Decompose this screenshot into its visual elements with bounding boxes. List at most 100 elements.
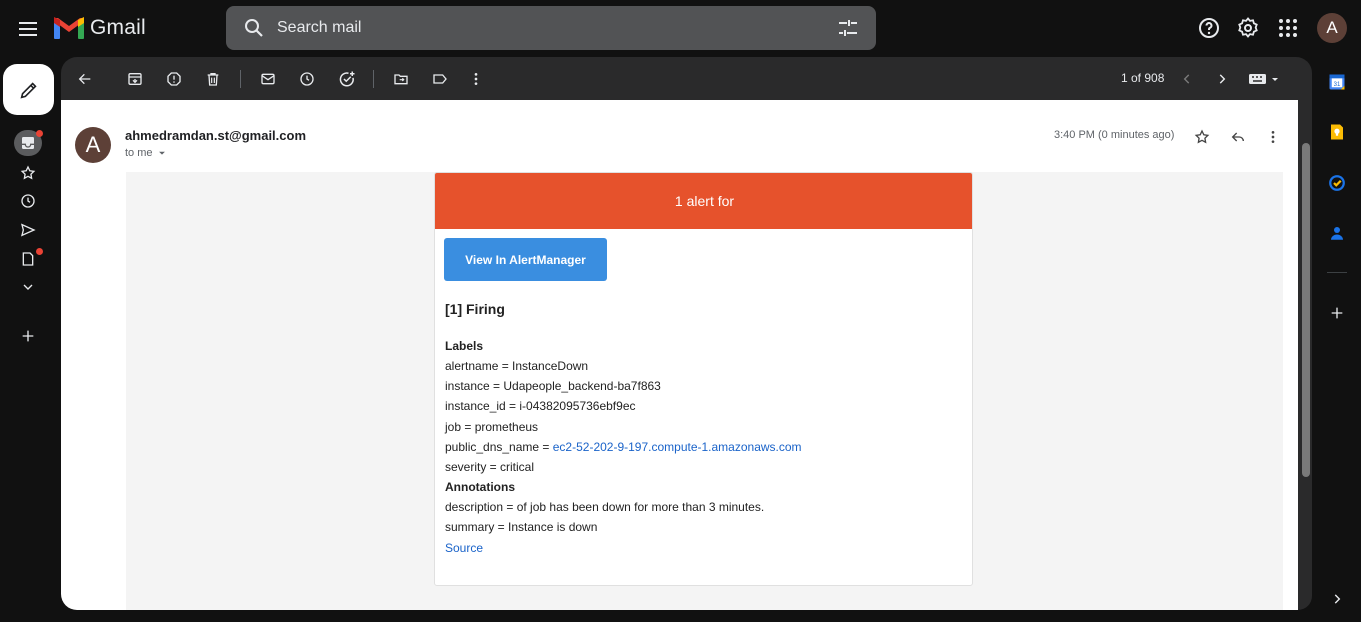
delete-button[interactable] bbox=[202, 68, 224, 90]
search-bar[interactable]: Search mail bbox=[226, 6, 876, 50]
labels-button[interactable] bbox=[429, 68, 451, 90]
nav-more[interactable] bbox=[16, 275, 40, 299]
label-public-dns: public_dns_name = ec2-52-202-9-197.compu… bbox=[445, 440, 802, 454]
chevron-left-icon bbox=[1183, 74, 1190, 84]
draft-icon bbox=[22, 252, 34, 266]
account-avatar[interactable]: A bbox=[1317, 13, 1347, 43]
labels-heading: Labels bbox=[445, 339, 484, 353]
archive-button[interactable] bbox=[124, 68, 146, 90]
sender-avatar[interactable]: A bbox=[75, 127, 111, 163]
nav-starred[interactable] bbox=[16, 161, 40, 185]
trash-icon bbox=[207, 73, 219, 86]
unread-dot bbox=[36, 130, 43, 137]
star-icon bbox=[20, 165, 36, 180]
hamburger-icon bbox=[19, 22, 37, 36]
newer-button[interactable] bbox=[1176, 68, 1198, 90]
get-addons-button[interactable] bbox=[1327, 303, 1347, 323]
compose-button[interactable] bbox=[3, 64, 54, 115]
nav-snoozed[interactable] bbox=[16, 189, 40, 213]
tasks-app-button[interactable] bbox=[1327, 173, 1347, 193]
caret-down-icon bbox=[158, 151, 165, 155]
gear-icon bbox=[1238, 17, 1258, 38]
star-button[interactable] bbox=[1193, 128, 1211, 146]
google-apps-button[interactable] bbox=[1276, 16, 1300, 40]
chevron-down-icon bbox=[23, 284, 33, 290]
message-timestamp: 3:40 PM (0 minutes ago) bbox=[1054, 129, 1175, 141]
alert-card: 1 alert for View In AlertManager [1] Fir… bbox=[434, 172, 973, 586]
nav-drafts[interactable] bbox=[16, 247, 43, 271]
search-input[interactable]: Search mail bbox=[277, 19, 361, 37]
nav-inbox[interactable] bbox=[14, 130, 43, 156]
scrollbar-thumb[interactable] bbox=[1302, 143, 1310, 477]
calendar-app-button[interactable]: 31 bbox=[1327, 72, 1347, 92]
app-name: Gmail bbox=[90, 16, 146, 39]
archive-icon bbox=[128, 73, 142, 85]
add-to-tasks-button[interactable] bbox=[336, 68, 358, 90]
chevron-right-icon bbox=[1334, 594, 1341, 604]
input-tools-button[interactable] bbox=[1247, 68, 1283, 90]
label-severity: severity = critical bbox=[445, 460, 535, 474]
label-job: job = prometheus bbox=[445, 420, 539, 434]
search-options-icon[interactable] bbox=[836, 16, 860, 40]
public-dns-link[interactable]: ec2-52-202-9-197.compute-1.amazonaws.com bbox=[553, 440, 802, 454]
help-icon bbox=[1199, 18, 1219, 38]
plus-icon bbox=[1331, 307, 1343, 319]
gmail-logo[interactable]: Gmail bbox=[54, 14, 146, 42]
contacts-icon bbox=[1331, 227, 1343, 240]
mark-unread-button[interactable] bbox=[257, 68, 279, 90]
more-actions-button[interactable] bbox=[465, 68, 487, 90]
contacts-app-button[interactable] bbox=[1327, 223, 1347, 243]
drafts-dot bbox=[36, 248, 43, 255]
more-vert-icon bbox=[474, 73, 478, 85]
page-count: 1 of 908 bbox=[1121, 71, 1165, 85]
move-to-button[interactable] bbox=[390, 68, 412, 90]
settings-button[interactable] bbox=[1236, 16, 1260, 40]
chevron-right-icon bbox=[1219, 74, 1226, 84]
gmail-m-icon bbox=[54, 17, 84, 39]
reply-button[interactable] bbox=[1229, 128, 1247, 146]
toolbar-divider bbox=[240, 70, 241, 88]
more-vert-icon bbox=[1271, 131, 1275, 143]
keep-app-button[interactable] bbox=[1327, 122, 1347, 142]
toolbar-divider bbox=[373, 70, 374, 88]
help-button[interactable] bbox=[1197, 16, 1221, 40]
nav-sent[interactable] bbox=[16, 218, 40, 242]
mail-icon bbox=[261, 73, 275, 85]
snooze-button[interactable] bbox=[296, 68, 318, 90]
side-panel-divider bbox=[1327, 272, 1347, 273]
recipient-details[interactable]: to me bbox=[125, 147, 167, 159]
annotation-summary: summary = Instance is down bbox=[445, 520, 598, 534]
label-icon bbox=[433, 74, 447, 84]
plus-icon bbox=[22, 330, 34, 342]
public-dns-label: public_dns_name = bbox=[445, 440, 553, 454]
calendar-icon: 31 bbox=[1329, 74, 1345, 90]
report-spam-button[interactable] bbox=[163, 68, 185, 90]
view-in-alertmanager-button[interactable]: View In AlertManager bbox=[444, 238, 607, 281]
message-toolbar: 1 of 908 bbox=[61, 57, 1312, 100]
back-button[interactable] bbox=[74, 68, 96, 90]
report-icon bbox=[167, 72, 181, 86]
show-side-panel-button[interactable] bbox=[1327, 589, 1347, 609]
label-instance: instance = Udapeople_backend-ba7f863 bbox=[445, 379, 661, 393]
sender-email[interactable]: ahmedramdan.st@gmail.com bbox=[125, 128, 306, 143]
recipient-text: to me bbox=[125, 147, 153, 159]
message-more-button[interactable] bbox=[1264, 128, 1282, 146]
create-label-button[interactable] bbox=[16, 324, 40, 348]
older-button[interactable] bbox=[1211, 68, 1233, 90]
annotation-description: description = of job has been down for m… bbox=[445, 500, 765, 514]
main-menu-button[interactable] bbox=[16, 17, 40, 41]
label-instance-id: instance_id = i-04382095736ebf9ec bbox=[445, 399, 636, 413]
reply-icon bbox=[1231, 132, 1244, 142]
clock-icon bbox=[21, 194, 35, 208]
folder-move-icon bbox=[394, 74, 408, 85]
source-link[interactable]: Source bbox=[445, 541, 483, 555]
message-view: A ahmedramdan.st@gmail.com to me 3:40 PM… bbox=[61, 100, 1298, 610]
clock-icon bbox=[300, 72, 314, 86]
svg-text:31: 31 bbox=[1334, 82, 1341, 88]
star-icon bbox=[1194, 129, 1210, 144]
firing-title: [1] Firing bbox=[445, 301, 505, 317]
label-alertname: alertname = InstanceDown bbox=[445, 359, 589, 373]
send-icon bbox=[21, 223, 36, 237]
search-icon[interactable] bbox=[242, 16, 266, 40]
pencil-icon bbox=[20, 81, 37, 98]
